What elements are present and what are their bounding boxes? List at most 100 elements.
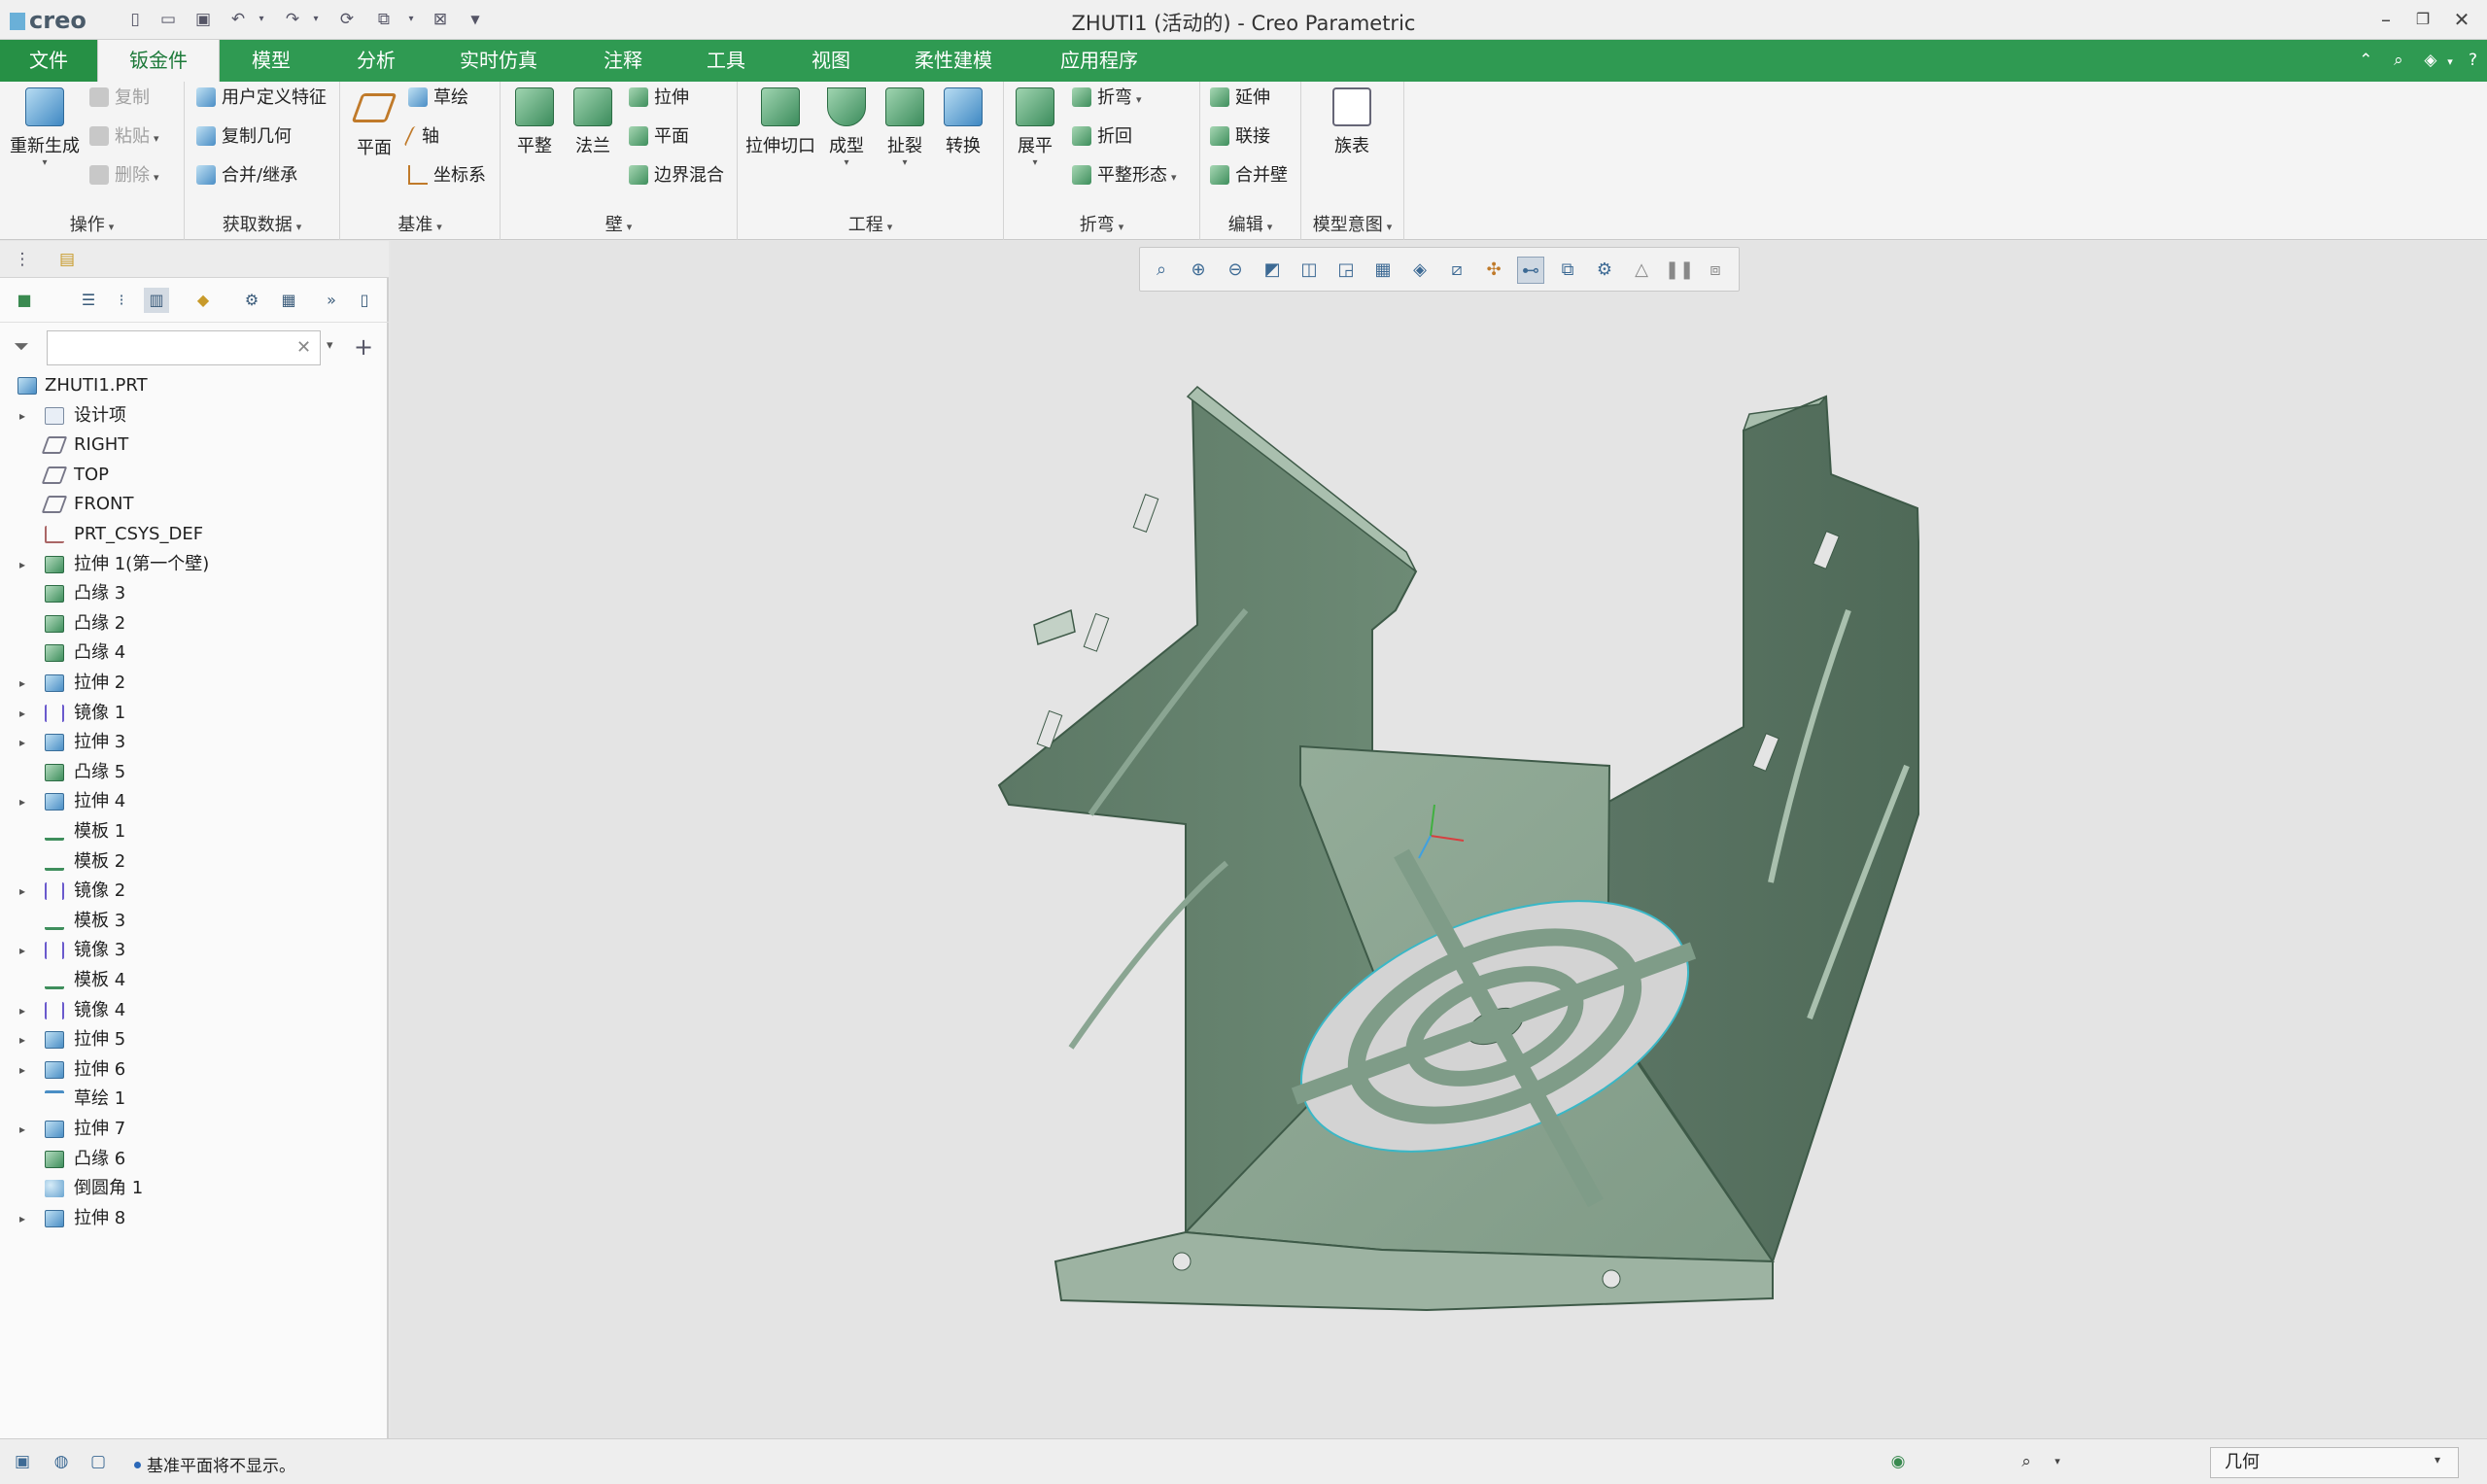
tab-live-simulation[interactable]: 实时仿真 — [447, 40, 550, 82]
expand-arrow-icon[interactable]: ▸ — [19, 401, 33, 431]
group-datum-label[interactable]: 基准 ▾ — [340, 211, 500, 236]
datum-plane-button[interactable]: 平面 — [346, 82, 402, 159]
tree-item[interactable]: TOP — [0, 461, 389, 490]
minimize-ribbon-icon[interactable]: ⌃ — [2359, 51, 2372, 70]
flatten-form-dropdown-icon[interactable]: ▾ — [1171, 171, 1177, 184]
expand-arrow-icon[interactable]: ▸ — [19, 877, 33, 906]
tree-indent-icon[interactable]: ⁝ — [109, 288, 134, 313]
section-icon[interactable]: ⧄ — [1443, 257, 1470, 284]
restore-icon[interactable]: ❐ — [2408, 6, 2437, 33]
delete-dropdown-icon[interactable]: ▾ — [154, 171, 159, 184]
close-icon[interactable]: ✕ — [2447, 6, 2476, 33]
tree-item[interactable]: ▸ 拉伸 4 — [0, 787, 389, 816]
sketch-button[interactable]: 草绘 — [408, 84, 468, 113]
tree-item[interactable]: 凸缘 6 — [0, 1145, 389, 1174]
tree-item[interactable]: ▸ 镜像 2 — [0, 877, 389, 906]
display-style-icon[interactable]: ◫ — [1295, 257, 1323, 284]
boundary-blend-button[interactable]: 边界混合 — [629, 161, 724, 190]
tree-item[interactable]: 凸缘 2 — [0, 609, 389, 638]
tree-item[interactable]: ▸ 拉伸 2 — [0, 669, 389, 698]
tab-applications[interactable]: 应用程序 — [1046, 40, 1153, 82]
tree-item[interactable]: 凸缘 3 — [0, 579, 389, 608]
tab-analysis[interactable]: 分析 — [336, 40, 416, 82]
tree-item[interactable]: 草绘 1 — [0, 1085, 389, 1114]
extrude-wall-button[interactable]: 拉伸 — [629, 84, 689, 113]
paste-button[interactable]: 粘贴 ▾ — [89, 122, 159, 152]
expand-arrow-icon[interactable]: ▸ — [19, 728, 33, 757]
search-dropdown-icon[interactable]: ▾ — [327, 338, 333, 353]
folder-browser-tab-icon[interactable]: ▤ — [54, 247, 80, 272]
shading-icon[interactable]: △ — [1628, 257, 1655, 284]
planar-wall-button[interactable]: 平面 — [629, 122, 689, 152]
group-model-intent-label[interactable]: 模型意图 ▾ — [1301, 211, 1403, 236]
rip-dropdown-icon[interactable]: ▾ — [874, 157, 936, 168]
csys-button[interactable]: 坐标系 — [408, 161, 486, 190]
group-wall-label[interactable]: 壁 ▾ — [501, 211, 737, 236]
extra-toolbar-icon[interactable]: ⧈ — [1702, 257, 1729, 284]
refit-icon[interactable]: ⌕ — [1148, 257, 1175, 284]
regen-status-icon[interactable]: ◉ — [1885, 1449, 1911, 1474]
tree-item[interactable]: 模板 1 — [0, 817, 389, 846]
find-icon[interactable]: ⌕ — [2014, 1449, 2039, 1474]
add-filter-icon[interactable]: + — [354, 333, 373, 361]
form-dropdown-icon[interactable]: ▾ — [815, 157, 878, 168]
browser-icon[interactable]: ◍ — [49, 1449, 74, 1474]
join-button[interactable]: 联接 — [1210, 122, 1270, 152]
tab-view[interactable]: 视图 — [791, 40, 871, 82]
merge-inherit-button[interactable]: 合并/继承 — [196, 161, 297, 190]
tree-root[interactable]: ZHUTI1.PRT — [0, 371, 389, 400]
group-operations-label[interactable]: 操作 ▾ — [0, 211, 184, 236]
tree-list-icon[interactable]: ☰ — [76, 288, 101, 313]
family-table-button[interactable]: 族表 — [1317, 82, 1387, 157]
pause-icon[interactable]: ❚❚ — [1665, 257, 1694, 284]
minimize-icon[interactable]: – — [2371, 6, 2401, 33]
regenerate-dropdown-icon[interactable]: ▾ — [6, 157, 84, 168]
expand-arrow-icon[interactable]: ▸ — [19, 1055, 33, 1085]
tree-show-icon[interactable]: ◆ — [190, 288, 216, 313]
tree-filter-icon[interactable]: ▦ — [276, 288, 301, 313]
perspective-view-icon[interactable]: ◈ — [1406, 257, 1433, 284]
expand-arrow-icon[interactable]: ▸ — [19, 550, 33, 579]
extrude-cut-button[interactable]: 拉伸切口 — [742, 82, 819, 157]
expand-arrow-icon[interactable]: ▸ — [19, 1204, 33, 1233]
bend-back-button[interactable]: 折回 — [1072, 122, 1132, 152]
tree-item[interactable]: ▸ 拉伸 8 — [0, 1204, 389, 1233]
group-get-data-dropdown-icon[interactable]: ▾ — [296, 221, 302, 233]
group-datum-dropdown-icon[interactable]: ▾ — [436, 221, 442, 233]
expand-arrow-icon[interactable]: ▸ — [19, 1115, 33, 1144]
sheet-metal-model[interactable] — [391, 241, 2487, 1438]
tree-item[interactable]: PRT_CSYS_DEF — [0, 520, 389, 549]
flange-button[interactable]: 法兰 — [559, 82, 627, 157]
tree-item[interactable]: ▸ 拉伸 1(第一个壁) — [0, 550, 389, 579]
group-bend-label[interactable]: 折弯 ▾ — [1004, 211, 1199, 236]
tree-columns-icon[interactable]: ▥ — [144, 288, 169, 313]
group-edit-label[interactable]: 编辑 ▾ — [1200, 211, 1300, 236]
filter-icon[interactable]: ⏷ — [14, 334, 29, 358]
udf-button[interactable]: 用户定义特征 — [196, 84, 327, 113]
tab-sheetmetal[interactable]: 钣金件 — [97, 40, 220, 82]
expand-arrow-icon[interactable]: ▸ — [19, 996, 33, 1025]
axis-button[interactable]: 轴 — [403, 122, 439, 152]
tree-item[interactable]: 模板 2 — [0, 847, 389, 877]
group-engineering-dropdown-icon[interactable]: ▾ — [887, 221, 893, 233]
rip-button[interactable]: 扯裂 ▾ — [874, 82, 936, 168]
expand-arrow-icon[interactable]: ▸ — [19, 936, 33, 965]
zoom-in-icon[interactable]: ⊕ — [1185, 257, 1212, 284]
saved-orientations-icon[interactable]: ◲ — [1332, 257, 1360, 284]
clear-search-icon[interactable]: ✕ — [296, 337, 311, 358]
help-icon[interactable]: ? — [2469, 51, 2477, 70]
tab-model[interactable]: 模型 — [231, 40, 311, 82]
unbend-dropdown-icon[interactable]: ▾ — [1004, 157, 1066, 168]
group-wall-dropdown-icon[interactable]: ▾ — [627, 221, 633, 233]
group-engineering-label[interactable]: 工程 ▾ — [738, 211, 1003, 236]
graphics-viewport[interactable] — [391, 241, 2487, 1438]
convert-button[interactable]: 转换 — [932, 82, 994, 157]
command-search-icon[interactable]: ⌕ — [2394, 51, 2403, 70]
annotation-display-icon[interactable]: ⧉ — [1554, 257, 1581, 284]
extend-button[interactable]: 延伸 — [1210, 84, 1270, 113]
tree-item[interactable]: ▸ 拉伸 3 — [0, 728, 389, 757]
model-tree-tab-icon[interactable]: ⋮ — [10, 247, 35, 272]
copy-geometry-button[interactable]: 复制几何 — [196, 122, 292, 152]
tree-item[interactable]: 凸缘 5 — [0, 758, 389, 787]
tree-item[interactable]: 模板 4 — [0, 966, 389, 995]
